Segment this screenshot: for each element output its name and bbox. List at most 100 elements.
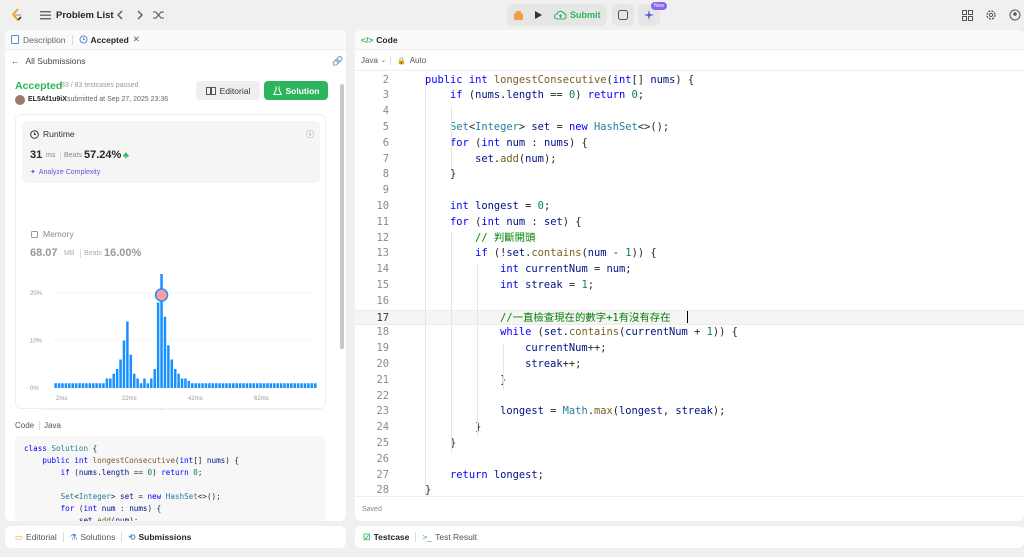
language-select[interactable]: Java ⌄ — [361, 56, 386, 65]
info-icon[interactable]: ⓘ — [306, 129, 314, 140]
chart-bar — [242, 383, 245, 388]
code-line[interactable]: 23 longest = Math.max(longest, streak); — [355, 404, 1024, 420]
code-line[interactable]: 6 for (int num : nums) { — [355, 136, 1024, 152]
problem-list-link[interactable]: Problem List — [56, 0, 114, 30]
code-line[interactable]: 18 while (set.contains(currentNum + 1)) … — [355, 325, 1024, 341]
tab-solutions[interactable]: ⚗ Solutions — [64, 528, 122, 546]
submit-label: Submit — [570, 10, 601, 20]
code-line[interactable]: 7 set.add(num); — [355, 152, 1024, 168]
divider — [390, 56, 391, 65]
debug-icon[interactable] — [511, 0, 525, 30]
tab-accepted[interactable]: Accepted ✕ — [73, 30, 146, 50]
chart-bar — [95, 383, 98, 388]
code-line[interactable]: 25 } — [355, 436, 1024, 452]
chart-bar — [232, 383, 235, 388]
chart-bar — [129, 354, 133, 388]
code-line[interactable]: 22 — [355, 389, 1024, 405]
username[interactable]: EL5Af1u9iX — [28, 96, 67, 103]
right-bottom-tabs: ☑ Testcase >_ Test Result — [355, 526, 1024, 548]
code-line[interactable]: 9 — [355, 183, 1024, 199]
next-problem-icon[interactable] — [134, 0, 146, 30]
code-line[interactable]: 19 currentNum++; — [355, 341, 1024, 357]
code-line[interactable]: 3 if (nums.length == 0) return 0; — [355, 88, 1024, 104]
code-text: public int longestConsecutive(int[] nums… — [425, 73, 695, 86]
line-number: 10 — [376, 199, 389, 212]
chart-bar — [153, 369, 156, 388]
left-scrollbar[interactable] — [340, 84, 344, 349]
code-line[interactable]: 10 int longest = 0; — [355, 199, 1024, 215]
leetcode-logo-icon[interactable] — [8, 0, 26, 30]
code-line[interactable]: 24 } — [355, 420, 1024, 436]
history-icon: ⟲ — [128, 531, 136, 542]
notes-button[interactable] — [612, 4, 634, 26]
runtime-distribution-chart[interactable]: 20%10%0%2ms22ms42ms62ms2ms22ms42ms62ms — [16, 255, 327, 410]
close-tab-icon[interactable]: ✕ — [133, 34, 140, 45]
code-line[interactable]: 4 — [355, 104, 1024, 120]
layout-icon[interactable] — [960, 0, 974, 30]
beats-badge-icon: ♣ — [123, 150, 129, 160]
y-tick-label: 0% — [30, 386, 39, 392]
line-number: 8 — [382, 168, 389, 181]
code-line[interactable]: 11 for (int num : set) { — [355, 215, 1024, 231]
memory-header[interactable]: Memory — [30, 229, 74, 239]
code-line[interactable]: 28 } — [355, 483, 1024, 495]
tab-code[interactable]: </> Code — [355, 30, 404, 50]
runtime-box[interactable]: Runtime ⓘ 31 ms Beats 57.24% ♣ ✦ Analyze… — [22, 121, 320, 183]
submit-button[interactable]: Submit — [554, 0, 601, 30]
code-line[interactable]: 27 return longest; — [355, 468, 1024, 484]
problem-list-icon[interactable] — [38, 0, 52, 30]
code-line[interactable]: 26 — [355, 452, 1024, 468]
code-line[interactable]: 21 } — [355, 373, 1024, 389]
solution-button[interactable]: Solution — [264, 81, 328, 100]
chart-bar — [310, 383, 314, 388]
editorial-button[interactable]: Editorial — [196, 81, 260, 100]
settings-gear-icon[interactable] — [984, 0, 998, 30]
tab-editorial[interactable]: ▭ Editorial — [9, 528, 63, 546]
navigator-bar — [160, 409, 163, 410]
divider — [60, 151, 61, 160]
analyze-complexity-link[interactable]: ✦ Analyze Complexity — [30, 168, 100, 177]
line-number: 9 — [382, 184, 389, 197]
line-number: 16 — [376, 294, 389, 307]
auto-toggle[interactable]: 🔒 Auto — [397, 56, 426, 65]
share-link-icon[interactable]: 🔗 — [332, 56, 343, 67]
code-editor[interactable]: 2 public int longestConsecutive(int[] nu… — [355, 72, 1024, 495]
code-text: // 判斷開頭 — [475, 231, 536, 244]
code-line[interactable]: 2 public int longestConsecutive(int[] nu… — [355, 73, 1024, 89]
code-line[interactable]: 16 — [355, 294, 1024, 310]
tab-testcase[interactable]: ☑ Testcase — [357, 528, 415, 546]
code-line[interactable]: 8 } — [355, 167, 1024, 183]
code-line[interactable]: 13 if (!set.contains(num - 1)) { — [355, 246, 1024, 262]
tab-submissions[interactable]: ⟲ Submissions — [122, 528, 197, 546]
code-line[interactable]: 12 // 判斷開頭 — [355, 231, 1024, 247]
code-line[interactable]: 20 streak++; — [355, 357, 1024, 373]
tab-test-result[interactable]: >_ Test Result — [416, 528, 483, 546]
all-submissions-link[interactable]: ← All Submissions — [11, 56, 86, 66]
chart-bar — [167, 345, 170, 388]
editor-toolbar: Java ⌄ 🔒 Auto — [355, 50, 1024, 71]
document-icon — [11, 35, 19, 44]
beaker-icon — [272, 86, 282, 95]
code-text: //一直檢查現在的數字+1有沒有存在 — [500, 311, 671, 324]
shuffle-icon[interactable] — [152, 0, 166, 30]
chart-bar — [279, 383, 283, 388]
indent-guide — [503, 342, 504, 390]
user-avatar-icon[interactable] — [1008, 0, 1022, 30]
text-cursor — [687, 311, 688, 323]
code-line[interactable]: 17 //一直檢查現在的數字+1有沒有存在 — [355, 309, 1024, 326]
code-line[interactable]: 15 int streak = 1; — [355, 278, 1024, 294]
line-number: 19 — [376, 342, 389, 355]
avatar — [15, 95, 25, 105]
book-icon: ▭ — [15, 531, 24, 542]
chart-bar — [173, 369, 177, 388]
code-line[interactable]: 5 Set<Integer> set = new HashSet<>(); — [355, 120, 1024, 136]
chart-bar — [177, 373, 180, 388]
prev-problem-icon[interactable] — [114, 0, 126, 30]
tab-submissions-label: Submissions — [138, 532, 192, 542]
code-line[interactable]: 14 int currentNum = num; — [355, 262, 1024, 278]
chart-bar — [119, 359, 122, 388]
sparkle-icon — [644, 10, 654, 20]
run-icon[interactable] — [531, 0, 545, 30]
saved-status: Saved — [362, 506, 382, 513]
tab-description[interactable]: Description — [5, 30, 72, 50]
